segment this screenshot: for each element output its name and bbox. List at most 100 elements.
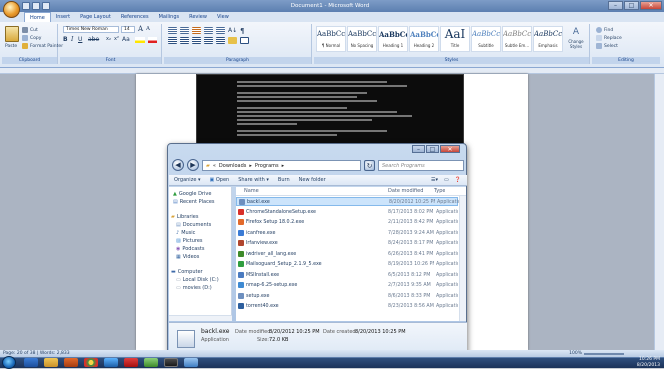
redo-icon[interactable] <box>42 2 50 10</box>
address-bar[interactable]: ▰ « Downloads ▸ Programs ▸ <box>202 159 361 171</box>
tab-page-layout[interactable]: Page Layout <box>75 12 116 22</box>
font-color-icon[interactable] <box>148 37 157 43</box>
explorer-icon[interactable] <box>44 358 58 367</box>
file-row[interactable]: Firefox Setup 18.0.2.exe 2/11/2013 8:42 P… <box>236 218 458 227</box>
nav-local-disk-c[interactable]: ▭ Local Disk (C:) <box>176 277 219 283</box>
media-player-icon[interactable] <box>64 358 78 367</box>
shrink-font-icon[interactable]: A <box>146 26 150 32</box>
back-arrow-icon[interactable]: ◀ <box>172 159 184 171</box>
word-count[interactable]: Words: 2,833 <box>40 351 70 356</box>
italic-icon[interactable]: I <box>71 36 73 43</box>
office-button[interactable] <box>3 1 20 18</box>
font-size-select[interactable]: 14 <box>121 26 135 33</box>
nav-podcasts[interactable]: ◉ Podcasts <box>176 246 204 252</box>
align-center-icon[interactable] <box>180 37 189 44</box>
ie-icon[interactable] <box>24 358 38 367</box>
nav-google-drive[interactable]: ▲ Google Drive <box>173 191 211 197</box>
breadcrumb-programs[interactable]: Programs <box>255 161 279 170</box>
style-heading-1[interactable]: AaBbCc Heading 1 <box>378 26 408 52</box>
file-row[interactable]: torrent40.exe 8/23/2013 8:56 AM Applicatio <box>236 302 458 311</box>
tab-references[interactable]: References <box>116 12 154 22</box>
tab-view[interactable]: View <box>212 12 234 22</box>
justify-icon[interactable] <box>204 37 213 44</box>
find-button[interactable]: Find <box>596 27 613 33</box>
burn-button[interactable]: Burn <box>278 177 290 183</box>
file-row[interactable]: Irfanview.exe 8/24/2013 8:17 PM Applicatio <box>236 239 458 248</box>
start-button[interactable] <box>2 356 16 369</box>
cmd-icon[interactable] <box>164 358 178 367</box>
superscript-icon[interactable]: x² <box>114 36 119 42</box>
view-options-icon[interactable]: ☰▾ <box>431 177 438 183</box>
style-emphasis[interactable]: AaBbCcDcEmphasis <box>533 26 563 52</box>
nav-libraries[interactable]: ▰ Libraries <box>171 214 198 220</box>
nav-pictures[interactable]: ▨ Pictures <box>176 238 203 244</box>
align-left-icon[interactable] <box>168 37 177 44</box>
style-no-spacing[interactable]: AaBbCcDcNo Spacing <box>347 26 377 52</box>
file-list-scrollbar[interactable] <box>459 196 466 321</box>
preview-pane-icon[interactable]: ▭ <box>444 177 449 183</box>
file-row[interactable]: ChromeStandaloneSetup.exe 8/17/2013 8:02 … <box>236 208 458 217</box>
pilcrow-icon[interactable]: ¶ <box>240 27 244 35</box>
decrease-indent-icon[interactable] <box>204 27 213 34</box>
paste-button[interactable]: Paste <box>5 44 17 49</box>
open-button[interactable]: ▣ Open <box>210 177 230 183</box>
copy-button[interactable]: Copy <box>22 35 41 41</box>
forward-arrow-icon[interactable]: ▶ <box>187 159 199 171</box>
zoom-level[interactable]: 100% <box>569 351 582 356</box>
tab-mailings[interactable]: Mailings <box>154 12 185 22</box>
word-taskbar-icon[interactable] <box>104 358 118 367</box>
font-name-select[interactable]: Times New Roman <box>63 26 119 33</box>
maximize-button[interactable]: □ <box>624 1 639 10</box>
column-name[interactable]: Name <box>244 187 259 196</box>
acrobat-icon[interactable] <box>124 358 138 367</box>
file-row[interactable]: nmap-6.25-setup.exe 2/7/2013 9:35 AM Appli… <box>236 281 458 290</box>
save-icon[interactable] <box>22 2 30 10</box>
borders-icon[interactable] <box>240 37 249 44</box>
nav-music[interactable]: ♪ Music <box>176 230 195 236</box>
share-with-button[interactable]: Share with ▾ <box>238 177 269 183</box>
search-input[interactable]: Search Programs <box>378 159 464 171</box>
increase-indent-icon[interactable] <box>216 27 225 34</box>
format-painter-button[interactable]: Format Painter <box>22 43 63 49</box>
excel-icon[interactable] <box>144 358 158 367</box>
help-icon[interactable]: ❓ <box>455 177 461 183</box>
numbering-icon[interactable] <box>180 27 189 34</box>
align-right-icon[interactable] <box>192 37 201 44</box>
new-folder-button[interactable]: New folder <box>299 177 326 183</box>
underline-icon[interactable]: U <box>78 36 82 43</box>
close-button[interactable]: ✕ <box>640 1 662 10</box>
tab-insert[interactable]: Insert <box>51 12 75 22</box>
grow-font-icon[interactable]: A <box>138 25 143 33</box>
shading-icon[interactable] <box>228 37 237 44</box>
breadcrumb-downloads[interactable]: Downloads <box>219 161 246 170</box>
nav-recent-places[interactable]: ▤ Recent Places <box>173 199 215 205</box>
change-case-icon[interactable]: Aa <box>122 36 130 43</box>
explorer-minimize-button[interactable]: – <box>412 145 425 153</box>
file-row[interactable]: iwdriver_all_lang.exe 6/26/2013 8:41 PM Ap… <box>236 250 458 259</box>
file-row[interactable]: setup.exe 8/6/2013 8:33 PM Applicatio <box>236 292 458 301</box>
bold-icon[interactable]: B <box>63 36 68 43</box>
style-title[interactable]: AaI Title <box>440 26 470 52</box>
strikethrough-icon[interactable]: abe <box>88 36 99 43</box>
select-button[interactable]: Select <box>596 43 618 49</box>
change-styles-button[interactable]: A Change Styles <box>566 26 586 52</box>
explorer-window-taskbar-icon[interactable] <box>184 358 198 367</box>
minimize-button[interactable]: – <box>608 1 623 10</box>
nav-computer[interactable]: ▬ Computer <box>171 269 203 275</box>
style-subtle-emphasis[interactable]: AaBbCcDcSubtle Em... <box>502 26 532 52</box>
column-date-modified[interactable]: Date modified <box>388 187 423 196</box>
explorer-close-button[interactable]: ✕ <box>440 145 460 153</box>
file-row[interactable]: icanfree.exe 7/28/2013 9:24 AM Applicatio <box>236 229 458 238</box>
sort-icon[interactable]: A↓ <box>228 27 237 35</box>
nav-documents[interactable]: ▤ Documents <box>176 222 211 228</box>
file-row[interactable]: MSIInstall.exe 6/5/2013 8:12 PM Applicatio <box>236 271 458 280</box>
style-heading-2[interactable]: AaBbCcIHeading 2 <box>409 26 439 52</box>
nav-scrollbar[interactable] <box>169 315 232 321</box>
tab-review[interactable]: Review <box>184 12 212 22</box>
nav-videos[interactable]: ▦ Videos <box>176 254 199 260</box>
vertical-scrollbar[interactable] <box>654 74 664 350</box>
refresh-icon[interactable]: ↻ <box>364 159 375 171</box>
column-type[interactable]: Type <box>434 187 445 196</box>
tab-home[interactable]: Home <box>24 12 51 22</box>
chrome-icon[interactable] <box>84 358 98 367</box>
